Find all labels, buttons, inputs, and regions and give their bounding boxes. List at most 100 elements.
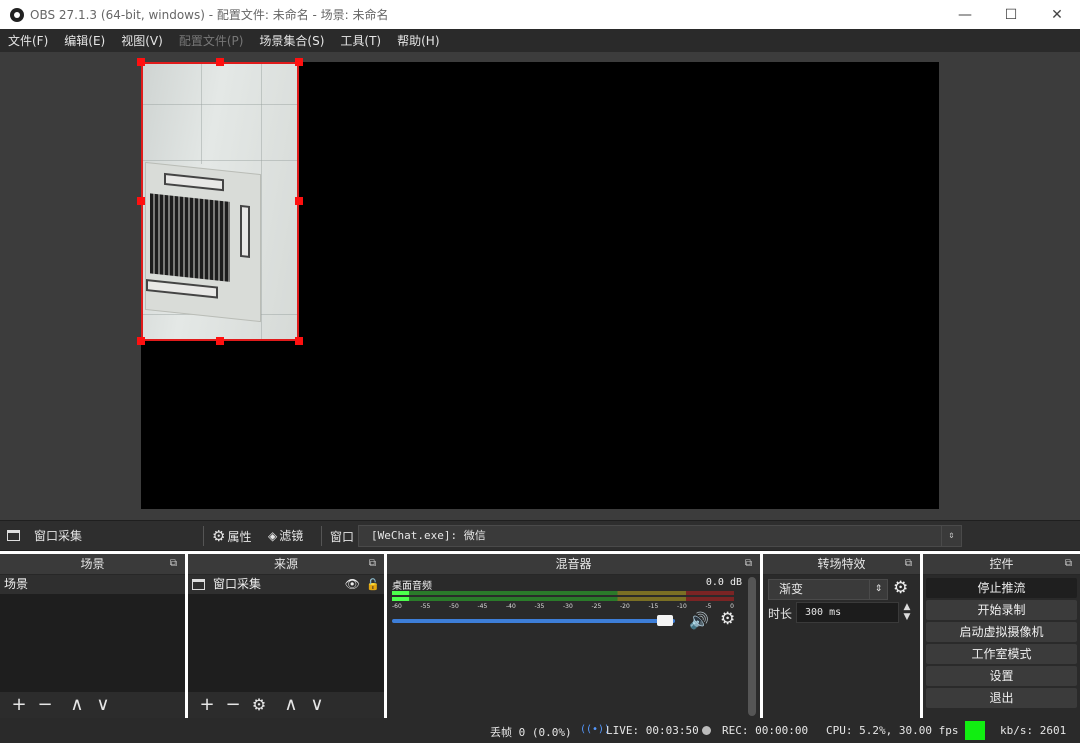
sources-footer: + − ⚙ ∧ ∨ bbox=[188, 692, 384, 718]
meter-tick: -50 bbox=[449, 603, 459, 610]
resize-handle[interactable] bbox=[137, 197, 145, 205]
minimize-button[interactable]: — bbox=[942, 0, 988, 29]
float-dock-icon[interactable]: ⧉ bbox=[905, 554, 912, 574]
resize-handle[interactable] bbox=[216, 58, 224, 66]
scenes-title: 场景 bbox=[80, 557, 105, 571]
duration-label: 时长 bbox=[768, 607, 793, 621]
start-recording-button[interactable]: 开始录制 bbox=[926, 600, 1077, 620]
window-icon bbox=[7, 530, 20, 541]
volume-meter-left bbox=[392, 591, 734, 595]
menu-tools[interactable]: 工具(T) bbox=[340, 32, 381, 49]
duration-stepper[interactable]: ▲ ▼ bbox=[900, 602, 914, 623]
transitions-dock-title: 转场特效 ⧉ bbox=[763, 554, 920, 574]
settings-button[interactable]: 设置 bbox=[926, 666, 1077, 686]
divider bbox=[321, 526, 322, 546]
scenes-dock: 场景 ⧉ 场景 + − ∧ ∨ bbox=[0, 554, 185, 718]
scenes-dock-title: 场景 ⧉ bbox=[0, 554, 185, 574]
transition-select[interactable]: 渐变 ⇕ bbox=[768, 579, 888, 600]
filters-label: 滤镜 bbox=[279, 529, 304, 543]
mixer-title: 混音器 bbox=[555, 557, 592, 571]
resize-handle[interactable] bbox=[295, 58, 303, 66]
eye-icon[interactable]: 👁 bbox=[345, 575, 360, 594]
filters-button[interactable]: ◈ 滤镜 bbox=[268, 527, 303, 544]
properties-button[interactable]: ⚙ 属性 bbox=[212, 527, 251, 545]
source-item-label: 窗口采集 bbox=[213, 577, 262, 591]
volume-slider[interactable] bbox=[392, 615, 675, 626]
menu-profile[interactable]: 配置文件(P) bbox=[179, 32, 244, 49]
meter-tick: -30 bbox=[563, 603, 573, 610]
ceiling-vent-image bbox=[145, 161, 261, 323]
volume-meter-right bbox=[392, 597, 734, 601]
maximize-button[interactable]: ☐ bbox=[988, 0, 1034, 29]
gear-icon: ⚙ bbox=[212, 527, 226, 545]
scene-item[interactable]: 场景 bbox=[0, 575, 185, 594]
add-source-button[interactable]: + bbox=[194, 693, 220, 717]
sources-dock: 来源 ⧉ 窗口采集 👁 🔓 + − ⚙ ∧ ∨ bbox=[188, 554, 384, 718]
mixer-dock: 混音器 ⧉ 桌面音频 0.0 dB -60 -55 -50 -45 -40 -3… bbox=[387, 554, 760, 718]
add-scene-button[interactable]: + bbox=[6, 693, 32, 717]
transitions-body: 渐变 ⇕ ⚙ 时长 300 ms ▲ ▼ bbox=[763, 575, 920, 718]
window-icon bbox=[192, 579, 205, 590]
transition-select-value: 渐变 bbox=[779, 582, 804, 596]
window-label: 窗口 bbox=[330, 530, 355, 544]
mixer-body: 桌面音频 0.0 dB -60 -55 -50 -45 -40 -35 -30 … bbox=[387, 575, 760, 718]
float-dock-icon[interactable]: ⧉ bbox=[170, 554, 177, 574]
obs-logo-icon bbox=[10, 7, 24, 22]
move-scene-up-button[interactable]: ∧ bbox=[64, 693, 90, 717]
source-item[interactable]: 窗口采集 👁 🔓 bbox=[188, 575, 384, 594]
resize-handle[interactable] bbox=[295, 197, 303, 205]
speaker-icon[interactable]: 🔊 bbox=[689, 611, 709, 630]
meter-scale: -60 -55 -50 -45 -40 -35 -30 -25 -20 -15 … bbox=[392, 603, 734, 615]
menu-view[interactable]: 视图(V) bbox=[121, 32, 163, 49]
close-button[interactable]: ✕ bbox=[1034, 0, 1080, 29]
meter-tick: -10 bbox=[677, 603, 687, 610]
menu-scene-collection[interactable]: 场景集合(S) bbox=[259, 32, 324, 49]
menu-edit[interactable]: 编辑(E) bbox=[64, 32, 105, 49]
float-dock-icon[interactable]: ⧉ bbox=[745, 554, 752, 574]
move-source-up-button[interactable]: ∧ bbox=[278, 693, 304, 717]
sources-list: 窗口采集 👁 🔓 + − ⚙ ∧ ∨ bbox=[188, 575, 384, 718]
studio-mode-button[interactable]: 工作室模式 bbox=[926, 644, 1077, 664]
controls-body: 停止推流 开始录制 启动虚拟摄像机 工作室模式 设置 退出 bbox=[923, 575, 1080, 718]
mixer-scrollbar[interactable] bbox=[748, 577, 756, 716]
gear-icon[interactable]: ⚙ bbox=[720, 609, 735, 629]
gear-icon[interactable]: ⚙ bbox=[893, 578, 908, 598]
transitions-dock: 转场特效 ⧉ 渐变 ⇕ ⚙ 时长 300 ms ▲ ▼ bbox=[763, 554, 920, 718]
duration-input[interactable]: 300 ms bbox=[796, 602, 899, 623]
remove-source-button[interactable]: − bbox=[220, 693, 246, 717]
updown-icon: ⇕ bbox=[869, 579, 887, 600]
preview-canvas[interactable] bbox=[137, 58, 939, 509]
cpu-fps: CPU: 5.2%, 30.00 fps bbox=[826, 724, 959, 737]
resize-handle[interactable] bbox=[295, 337, 303, 345]
audio-channel-db: 0.0 dB bbox=[705, 577, 742, 588]
resize-handle[interactable] bbox=[137, 58, 145, 66]
remove-scene-button[interactable]: − bbox=[32, 693, 58, 717]
stop-streaming-button[interactable]: 停止推流 bbox=[926, 578, 1077, 598]
move-source-down-button[interactable]: ∨ bbox=[304, 693, 330, 717]
move-scene-down-button[interactable]: ∨ bbox=[90, 693, 116, 717]
exit-button[interactable]: 退出 bbox=[926, 688, 1077, 708]
mixer-dock-title: 混音器 ⧉ bbox=[387, 554, 760, 574]
meter-fill bbox=[392, 597, 410, 601]
float-dock-icon[interactable]: ⧉ bbox=[369, 554, 376, 574]
source-properties-button[interactable]: ⚙ bbox=[246, 693, 272, 717]
rec-time: REC: 00:00:00 bbox=[722, 724, 809, 737]
window-select[interactable]: [WeChat.exe]: 微信 ⇕ bbox=[358, 525, 962, 547]
stream-health-indicator bbox=[965, 721, 985, 740]
live-time: LIVE: 00:03:50 bbox=[606, 724, 699, 737]
window-capture-source[interactable] bbox=[141, 62, 299, 341]
dropped-frames: 丢帧 0 (0.0%) bbox=[490, 726, 572, 739]
lock-icon[interactable]: 🔓 bbox=[366, 575, 380, 594]
meter-tick: -55 bbox=[420, 603, 431, 610]
window-controls: — ☐ ✕ bbox=[942, 0, 1080, 29]
resize-handle[interactable] bbox=[137, 337, 145, 345]
start-virtual-camera-button[interactable]: 启动虚拟摄像机 bbox=[926, 622, 1077, 642]
menu-help[interactable]: 帮助(H) bbox=[397, 32, 439, 49]
float-dock-icon[interactable]: ⧉ bbox=[1065, 554, 1072, 574]
controls-title: 控件 bbox=[989, 557, 1014, 571]
preview-area bbox=[0, 52, 1080, 520]
controls-dock: 控件 ⧉ 停止推流 开始录制 启动虚拟摄像机 工作室模式 设置 退出 bbox=[923, 554, 1080, 718]
menu-file[interactable]: 文件(F) bbox=[8, 32, 48, 49]
volume-slider-handle[interactable] bbox=[657, 615, 674, 626]
resize-handle[interactable] bbox=[216, 337, 224, 345]
